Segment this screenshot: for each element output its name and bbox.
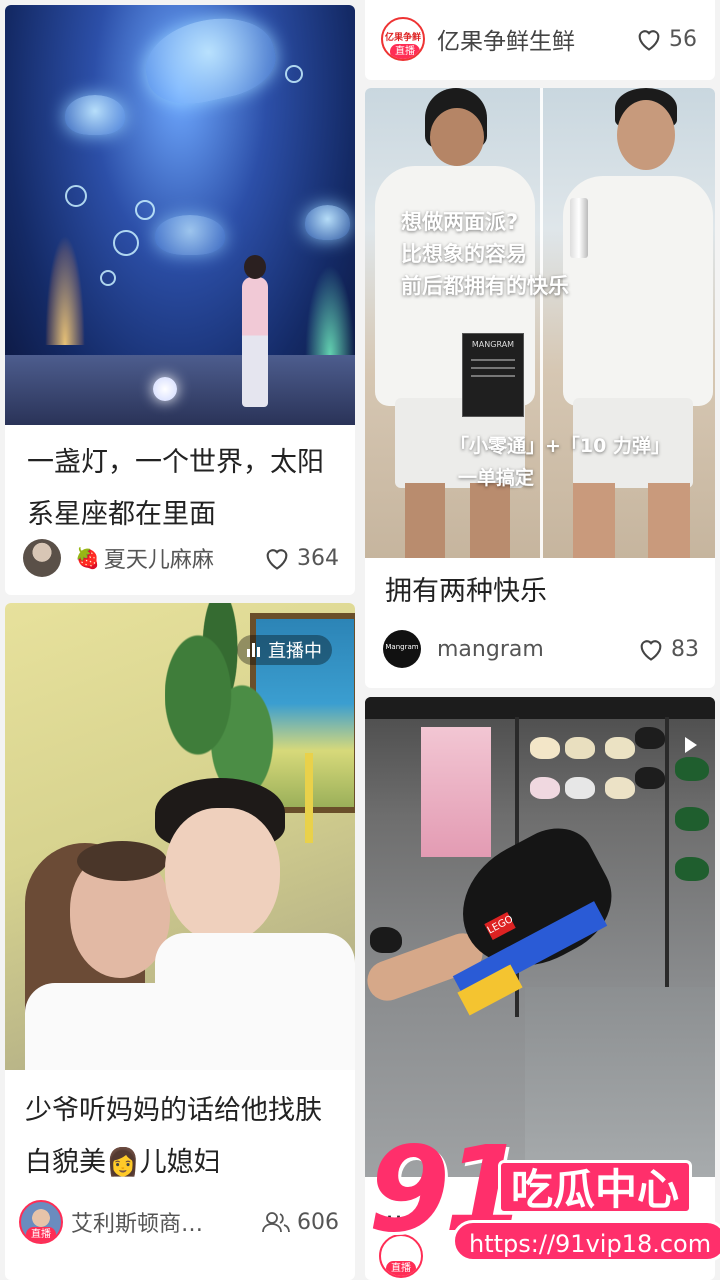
feed-card[interactable]: MANGRAM 想做两面派? 比想象的容易 前后都拥有的快乐 「小零通」+「10… [365,88,715,688]
bubble-decor [135,200,155,220]
overlay-line: 想做两面派? [401,210,519,234]
live-status-label: 直播中 [268,641,322,662]
shoe-decor [635,767,665,789]
shelf-pole [665,717,669,1017]
feed-card[interactable]: 直播中 少爷听妈妈的话给他找肤白貌美👩儿媳妇 直播 艾利斯顿商… 606 [5,603,355,1280]
author-emoji: 🍓 [75,546,100,570]
shoe-decor [565,737,595,759]
overlay-line: 前后都拥有的快乐 [401,274,569,298]
girl-figure [242,255,268,407]
live-badge: 直播 [26,1227,56,1242]
play-icon[interactable] [685,737,697,753]
post-image[interactable] [5,5,355,425]
like-count: 364 [297,545,339,571]
bubble-decor [113,230,139,256]
watermark-url: https://91vip18.com [452,1220,720,1262]
shoe-decor [635,727,665,749]
product-book: MANGRAM [462,333,524,417]
shoe-decor [530,737,560,759]
author-name[interactable]: 艾利斯顿商… [71,1206,261,1238]
young-man-figure [145,778,355,1070]
live-badge: 直播 [390,44,420,59]
shoe-decor [675,757,709,781]
post-title[interactable]: 一盏灯，一个世界，太阳系星座都在里面 [27,437,341,541]
like-count: 56 [669,26,697,52]
overlay-line: 一单搞定 [458,467,535,489]
floor [5,355,355,425]
jellyfish-decor [155,215,225,255]
like-count: 83 [671,636,699,662]
feed-card-top-right[interactable]: 亿果争鲜 直播 亿果争鲜生鲜 56 [365,0,715,80]
post-image[interactable]: 直播中 [5,603,355,1070]
overlay-line: 「小零通」+「10 力弹」 [450,435,670,457]
avatar[interactable] [23,539,61,577]
viewer-count: 606 [261,1210,339,1235]
avatar-logo-text: Mangram [385,643,419,651]
author-name[interactable]: mangram [437,637,637,662]
like-button[interactable]: 364 [263,545,339,571]
viewers-icon [262,1212,290,1233]
avatar[interactable]: 亿果争鲜 直播 [381,17,425,61]
avatar[interactable]: Mangram [383,630,421,668]
shoe-decor [605,737,635,759]
shoe-decor [675,857,709,881]
viewer-count-value: 606 [297,1209,339,1235]
bubble-decor [100,270,116,286]
coral-decor [45,235,85,345]
poster-decor [421,727,491,857]
coral-decor [305,265,355,355]
live-bars-icon [247,643,262,657]
bubble-decor [285,65,303,83]
post-image[interactable]: MANGRAM 想做两面派? 比想象的容易 前后都拥有的快乐 「小零通」+「10… [365,88,715,558]
avatar-logo-text: 亿果争鲜 [384,33,421,43]
shoe-decor [565,777,595,799]
heart-icon [638,30,660,51]
heart-icon [266,549,288,570]
author-name[interactable]: 夏天儿麻麻 [104,542,263,574]
product-bottle [570,198,588,258]
overlay-line: 比想象的容易 [401,242,527,266]
like-button[interactable]: 56 [635,26,697,52]
shoe-decor [675,807,709,831]
post-image[interactable]: LEGO [365,697,715,1177]
lamp-projector [153,377,177,401]
avatar[interactable]: 直播 [19,1200,63,1244]
overlay-caption-bottom: 「小零通」+「10 力弹」 一单搞定 [450,430,670,494]
shoe-decor [370,927,402,953]
feed-card[interactable]: 一盏灯，一个世界，太阳系星座都在里面 🍓 夏天儿麻麻 364 [5,5,355,595]
jellyfish-decor [305,205,350,240]
author-name[interactable]: 亿果争鲜生鲜 [437,22,635,56]
shoe-decor [605,777,635,799]
post-title[interactable]: 拥有两种快乐 [385,566,701,618]
jellyfish-decor [138,7,282,113]
watermark-name: 吃瓜中心 [498,1160,693,1214]
bubble-decor [65,185,87,207]
heart-icon [640,640,662,661]
post-title[interactable]: 少爷听妈妈的话给他找肤白貌美👩儿媳妇 [25,1085,339,1189]
jellyfish-decor [65,95,125,135]
like-button[interactable]: 83 [637,636,699,662]
ceiling [365,697,715,719]
overlay-caption: 想做两面派? 比想象的容易 前后都拥有的快乐 [401,206,569,302]
watermark: 91 吃瓜中心 https://91vip18.com [368,1130,720,1270]
shoe-decor [530,777,560,799]
live-status-chip: 直播中 [237,635,332,665]
